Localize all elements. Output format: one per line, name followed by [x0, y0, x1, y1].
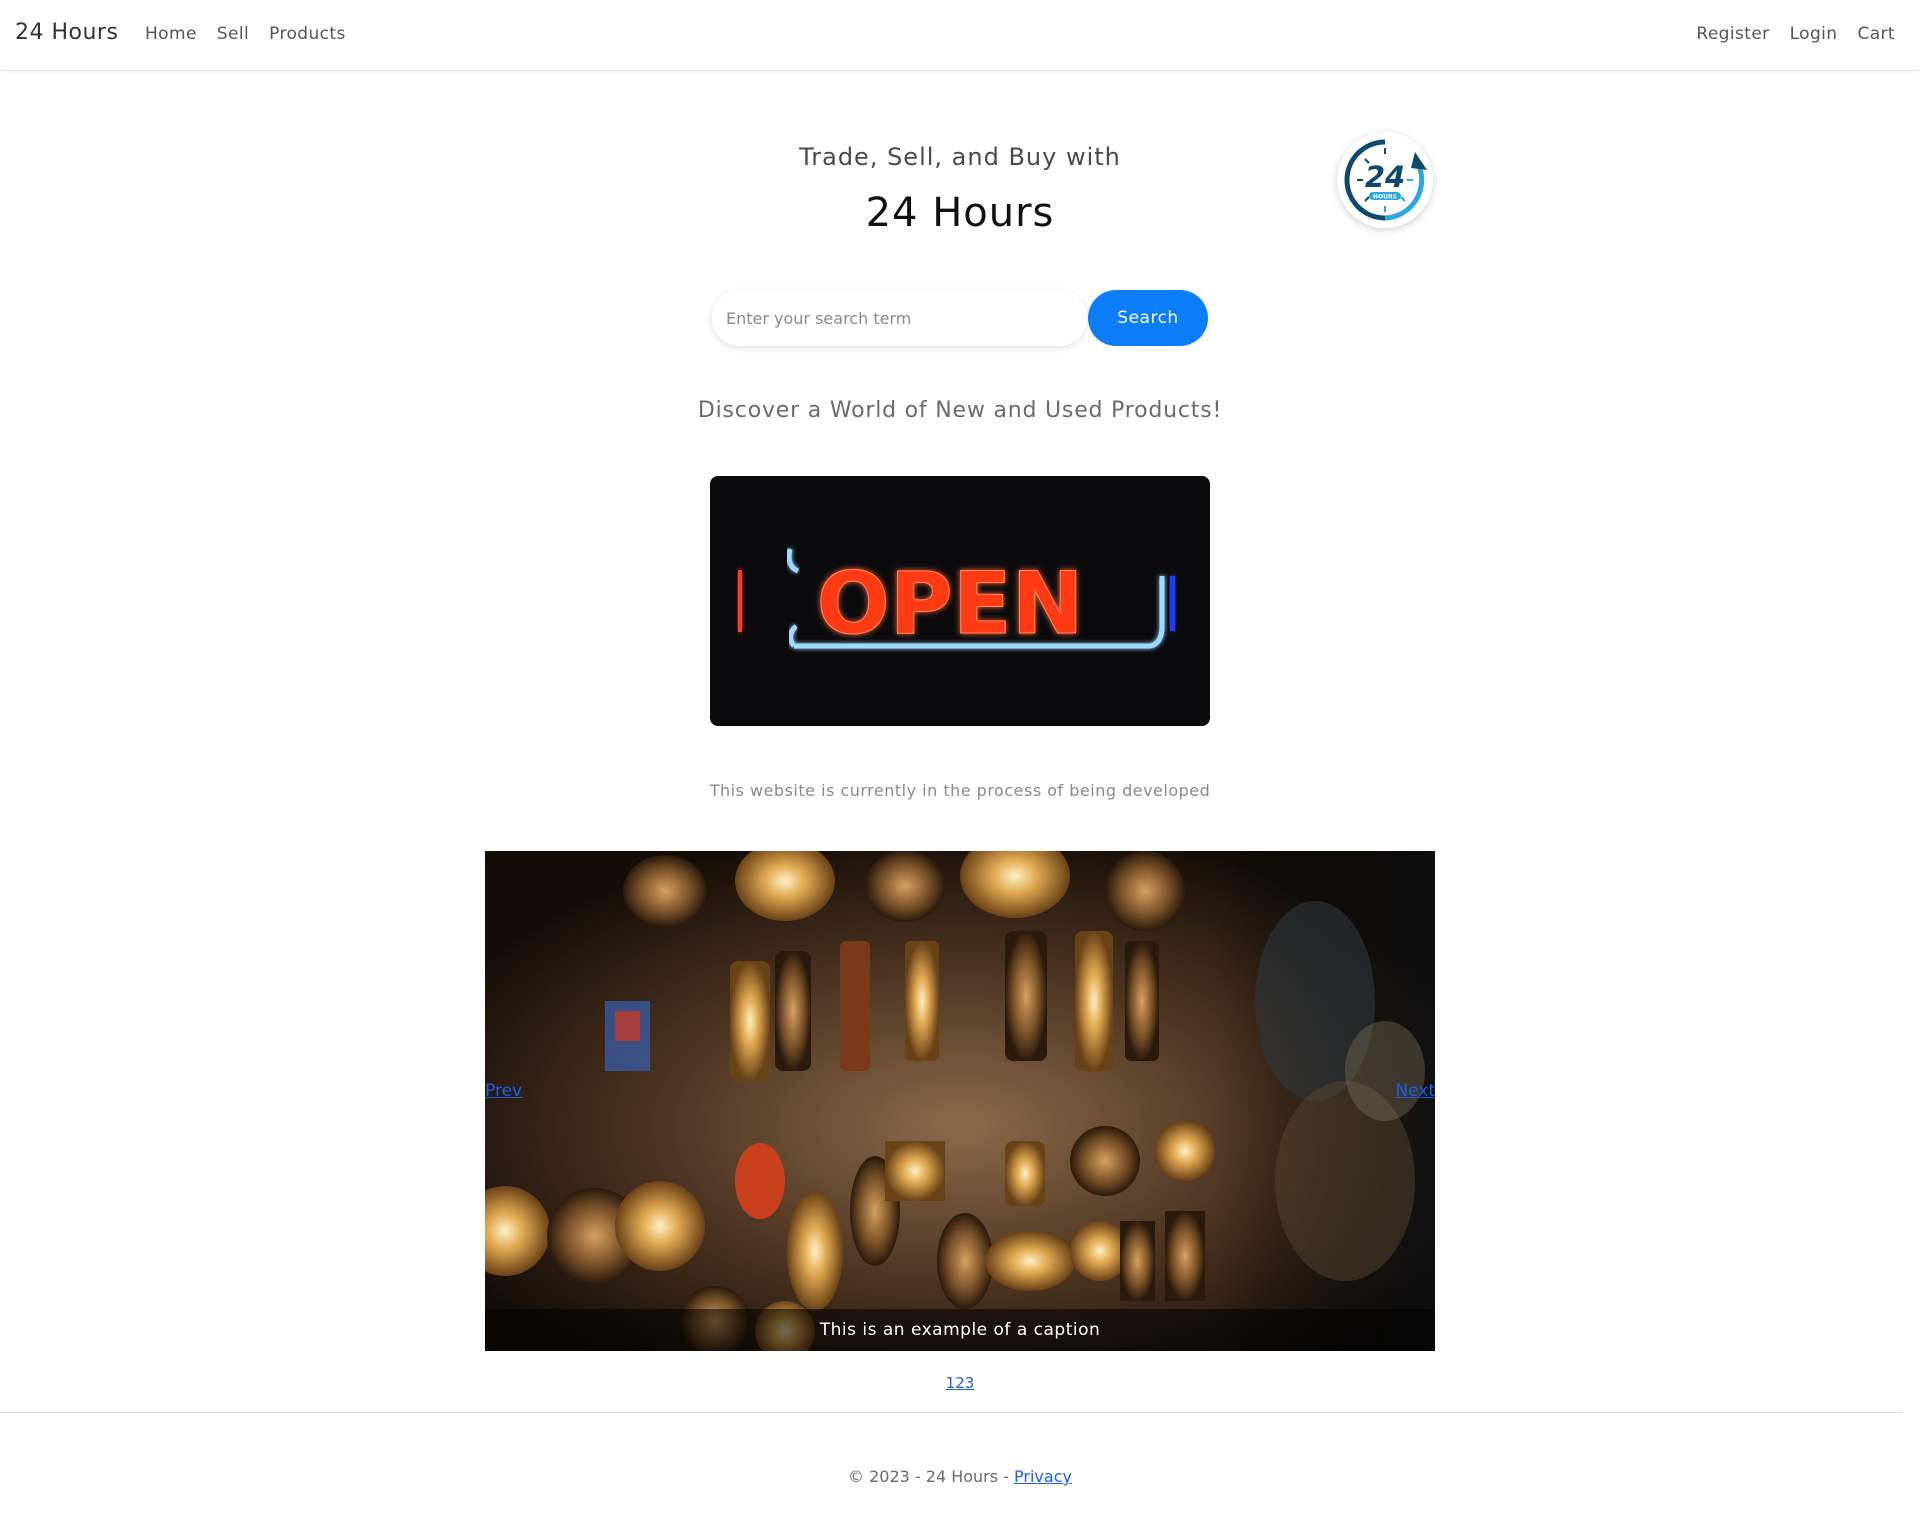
product-carousel: Prev Next This is an example of a captio…	[485, 851, 1435, 1351]
footer: © 2023 - 24 Hours - Privacy	[0, 1467, 1920, 1486]
carousel-prev-button[interactable]: Prev	[485, 1081, 522, 1101]
hero-subtitle: Trade, Sell, and Buy with	[799, 143, 1121, 171]
logo-label: HOURS	[1373, 194, 1397, 201]
footer-copyright: © 2023 - 24 Hours -	[848, 1467, 1015, 1486]
open-sign-text: OPEN	[817, 554, 1084, 654]
development-notice: This website is currently in the process…	[709, 781, 1211, 800]
search-input[interactable]	[712, 290, 1087, 346]
top-navbar: 24 Hours Home Sell Products Register Log…	[0, 0, 1920, 71]
carousel-indicator-2[interactable]: 2	[955, 1374, 965, 1392]
carousel-caption: This is an example of a caption	[485, 1309, 1435, 1351]
24-hours-clock-logo-icon: 24 HOURS	[1337, 132, 1433, 228]
nav-products-link[interactable]: Products	[269, 24, 346, 44]
search-form: Search	[712, 290, 1208, 346]
carousel-next-button[interactable]: Next	[1395, 1081, 1435, 1101]
lanterns-market-image	[485, 851, 1435, 1351]
carousel-indicator-1[interactable]: 1	[946, 1374, 956, 1392]
footer-divider	[0, 1412, 1903, 1413]
nav-register-link[interactable]: Register	[1696, 24, 1769, 44]
hero-title: 24 Hours	[865, 190, 1055, 236]
nav-left-links: Home Sell Products	[145, 24, 346, 44]
discover-text: Discover a World of New and Used Product…	[697, 398, 1223, 423]
nav-sell-link[interactable]: Sell	[217, 24, 249, 44]
brand-link[interactable]: 24 Hours	[15, 20, 118, 45]
open-sign-image: OPEN	[710, 476, 1210, 726]
nav-right-links: Register Login Cart	[1696, 24, 1895, 44]
nav-login-link[interactable]: Login	[1790, 24, 1838, 44]
privacy-link[interactable]: Privacy	[1014, 1467, 1072, 1486]
carousel-indicators: 123	[0, 1374, 1920, 1392]
logo-number: 24	[1365, 160, 1405, 194]
nav-home-link[interactable]: Home	[145, 24, 197, 44]
nav-cart-link[interactable]: Cart	[1857, 24, 1895, 44]
search-button[interactable]: Search	[1088, 290, 1208, 346]
carousel-indicator-3[interactable]: 3	[965, 1374, 975, 1392]
